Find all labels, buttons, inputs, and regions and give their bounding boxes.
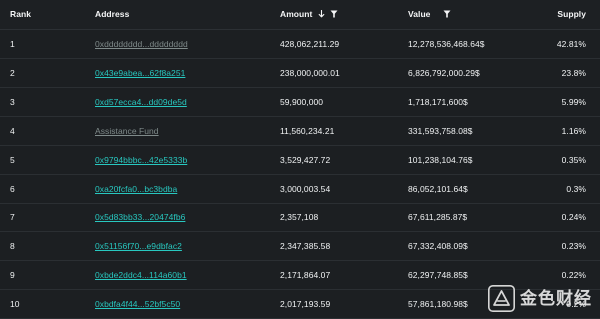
arrow-down-icon[interactable] (318, 9, 325, 20)
rank-cell: 10 (10, 299, 20, 310)
amount-column-header[interactable]: Amount (280, 10, 338, 20)
filter-icon[interactable] (330, 10, 338, 20)
address-cell: 0xbde2ddc4...114a60b1 (95, 271, 187, 280)
address-link[interactable]: Assistance Fund (95, 126, 159, 136)
table-row: 3 0xd57ecca4...dd09de5d 59,900,000 1,718,17… (0, 88, 600, 117)
value-cell: 101,238,104.76$ (408, 154, 473, 165)
table-row: 8 0x51156f70...e9dbfac2 2,347,385.58 67,332… (0, 232, 600, 262)
table-row: 1 0xdddddddd...dddddddd 428,062,211.29 12,2… (0, 30, 600, 59)
rank-cell: 9 (10, 270, 15, 281)
supply-cell: 23.8% (561, 67, 586, 78)
rank-cell: 1 (10, 39, 15, 49)
rank-cell: 7 (10, 212, 15, 223)
rank-cell: 5 (10, 154, 15, 165)
rank-column-header[interactable]: Rank (10, 10, 31, 19)
address-cell: Assistance Fund (95, 126, 159, 136)
value-cell: 67,611,285.87$ (408, 212, 468, 223)
supply-column-header[interactable]: Supply (557, 10, 586, 19)
address-cell: 0xbdfa4f44...52bf5c50 (95, 300, 180, 309)
rank-cell: 4 (10, 125, 15, 136)
golden-finance-watermark: 金色财经 (488, 279, 600, 318)
address-cell: 0xdddddddd...dddddddd (95, 40, 188, 49)
address-cell: 0xa20fcfa0...bc3bdba (95, 184, 177, 194)
address-link[interactable]: 0x51156f70...e9dbfac2 (95, 241, 182, 251)
supply-cell: 42.81% (556, 39, 586, 49)
amount-cell: 11,560,234.21 (280, 125, 335, 136)
value-cell: 67,332,408.09$ (408, 241, 468, 252)
amount-cell: 2,357,108 (280, 212, 319, 223)
amount-cell: 428,062,211.29 (280, 39, 340, 49)
supply-cell: 0.23% (561, 241, 586, 252)
amount-cell: 2,017,193.59 (280, 299, 331, 310)
value-header-label: Value (408, 9, 431, 19)
amount-cell: 3,529,427.72 (280, 154, 331, 165)
amount-cell: 2,171,864.07 (280, 270, 331, 281)
value-cell: 331,593,758.08$ (408, 125, 473, 136)
supply-cell: 0.3% (566, 183, 586, 194)
address-link[interactable]: 0xa20fcfa0...bc3bdba (95, 184, 177, 194)
value-cell: 62,297,748.85$ (408, 270, 468, 281)
rank-cell: 8 (10, 241, 15, 252)
address-link[interactable]: 0xdddddddd...dddddddd (95, 39, 188, 49)
address-column-header[interactable]: Address (95, 10, 129, 19)
table-row: 2 0x43e9abea...62f8a251 238,000,000.01 6,82… (0, 59, 600, 88)
address-link[interactable]: 0x43e9abea...62f8a251 (95, 68, 185, 78)
supply-cell: 1.16% (561, 125, 586, 136)
value-cell: 86,052,101.64$ (408, 183, 468, 194)
filter-icon[interactable] (443, 10, 451, 20)
value-cell: 12,278,536,468.64$ (408, 39, 485, 49)
supply-cell: 0.24% (561, 212, 586, 223)
value-column-header[interactable]: Value (408, 10, 451, 20)
value-cell: 1,718,171,600$ (408, 96, 468, 107)
address-link[interactable]: 0xd57ecca4...dd09de5d (95, 97, 187, 107)
amount-header-label: Amount (280, 9, 313, 19)
holders-table: Rank Address Amount Value Supply 1 0xddd… (0, 0, 600, 319)
rank-cell: 3 (10, 96, 15, 107)
address-cell: 0x9794bbbc...42e5333b (95, 155, 187, 165)
table-header: Rank Address Amount Value Supply (0, 0, 600, 30)
supply-cell: 0.35% (561, 154, 586, 165)
address-link[interactable]: 0x9794bbbc...42e5333b (95, 155, 187, 165)
golden-finance-logo-icon (488, 285, 515, 312)
table-row: 6 0xa20fcfa0...bc3bdba 3,000,003.54 86,052,… (0, 175, 600, 204)
address-link[interactable]: 0x5d83bb33...20474fb6 (95, 212, 185, 222)
watermark-text: 金色财经 (520, 289, 592, 308)
value-cell: 57,861,180.98$ (408, 299, 468, 310)
address-cell: 0x5d83bb33...20474fb6 (95, 213, 185, 222)
rank-cell: 6 (10, 183, 15, 194)
value-cell: 6,826,792,000.29$ (408, 67, 480, 78)
address-cell: 0xd57ecca4...dd09de5d (95, 98, 187, 107)
table-row: 5 0x9794bbbc...42e5333b 3,529,427.72 101,23… (0, 146, 600, 175)
amount-cell: 2,347,385.58 (280, 241, 331, 252)
table-row: 7 0x5d83bb33...20474fb6 2,357,108 67,611,28… (0, 203, 600, 233)
table-row: 4 Assistance Fund 11,560,234.21 331,593,758… (0, 117, 600, 146)
address-link[interactable]: 0xbdfa4f44...52bf5c50 (95, 299, 180, 309)
amount-cell: 59,900,000 (280, 96, 324, 107)
address-cell: 0x43e9abea...62f8a251 (95, 69, 185, 78)
supply-cell: 5.99% (561, 96, 586, 107)
address-link[interactable]: 0xbde2ddc4...114a60b1 (95, 270, 187, 280)
amount-cell: 3,000,003.54 (280, 183, 331, 194)
amount-cell: 238,000,000.01 (280, 67, 340, 78)
address-cell: 0x51156f70...e9dbfac2 (95, 242, 182, 251)
rank-cell: 2 (10, 67, 15, 78)
